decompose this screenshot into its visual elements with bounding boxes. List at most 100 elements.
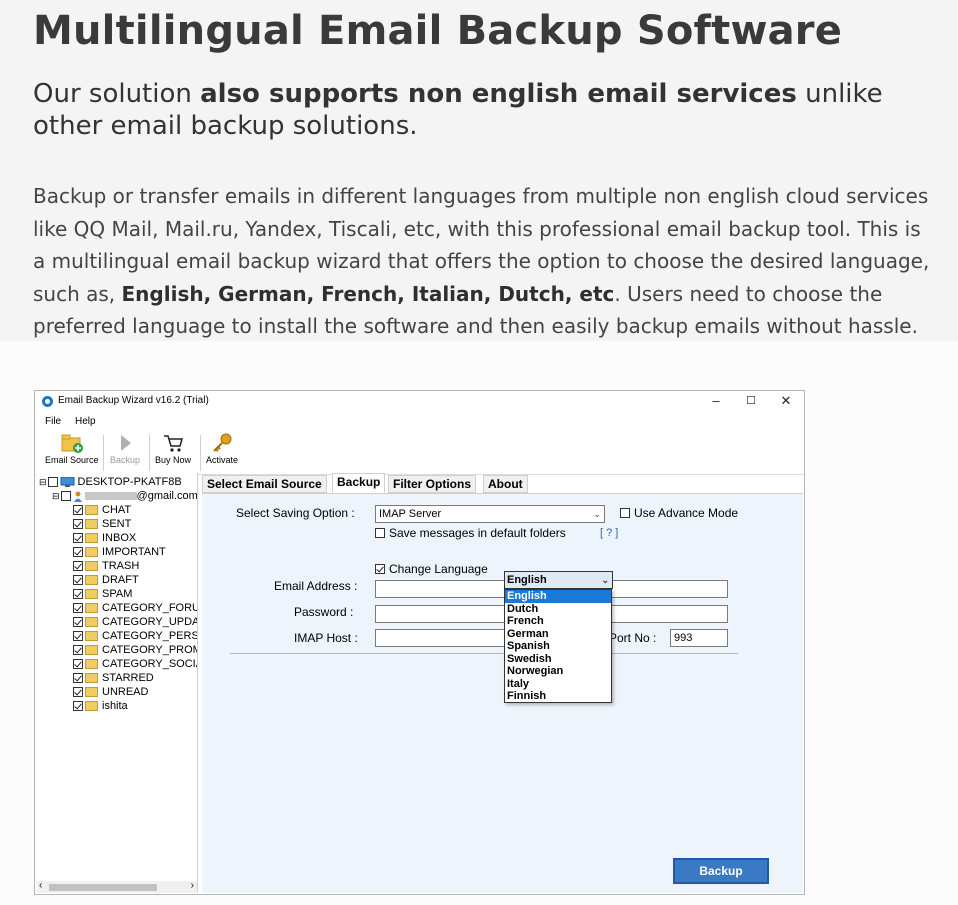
backup-button[interactable]: Backup bbox=[673, 858, 769, 884]
tree-scrollbar[interactable]: ‹ › bbox=[37, 880, 197, 893]
tree-checkbox[interactable] bbox=[73, 687, 83, 698]
folder-icon bbox=[85, 575, 98, 586]
language-select[interactable]: English ⌄ bbox=[504, 571, 613, 589]
description-paragraph: Backup or transfer emails in different l… bbox=[33, 180, 938, 343]
close-button[interactable]: ✕ bbox=[776, 392, 796, 410]
backup-tool-button[interactable]: Backup bbox=[110, 433, 140, 465]
tree-account[interactable]: ⊟ @gmail.com bbox=[52, 489, 197, 503]
tree-folder-item[interactable]: STARRED bbox=[73, 671, 154, 685]
tree-checkbox[interactable] bbox=[73, 631, 83, 642]
advance-mode-checkbox[interactable] bbox=[620, 508, 630, 518]
change-language-label: Change Language bbox=[389, 562, 488, 576]
tree-folder-item[interactable]: ishita bbox=[73, 699, 128, 713]
tree-folder-item[interactable]: UNREAD bbox=[73, 685, 148, 699]
tree-checkbox[interactable] bbox=[73, 701, 83, 712]
tree-folder-label: INBOX bbox=[102, 532, 137, 544]
default-folders-option[interactable]: Save messages in default folders bbox=[375, 526, 566, 540]
folder-icon bbox=[85, 589, 98, 600]
tree-checkbox[interactable] bbox=[73, 617, 83, 628]
tree-checkbox[interactable] bbox=[73, 547, 83, 558]
tree-folder-item[interactable]: TRASH bbox=[73, 559, 139, 573]
advance-mode-option[interactable]: Use Advance Mode bbox=[620, 506, 738, 520]
form-divider bbox=[230, 653, 738, 654]
menu-file[interactable]: File bbox=[45, 416, 61, 427]
help-link[interactable]: [ ? ] bbox=[600, 527, 618, 539]
tree-checkbox[interactable] bbox=[73, 659, 83, 670]
tree-checkbox[interactable] bbox=[73, 645, 83, 656]
tree-folder-item[interactable]: IMPORTANT bbox=[73, 545, 166, 559]
language-option[interactable]: Finnish bbox=[505, 690, 611, 703]
tree-checkbox[interactable] bbox=[73, 505, 83, 516]
tab-about[interactable]: About bbox=[483, 475, 528, 493]
scroll-right-icon[interactable]: › bbox=[191, 880, 194, 891]
tree-folder-item[interactable]: CATEGORY_PROMOTIONS bbox=[73, 643, 197, 657]
tab-select-email-source[interactable]: Select Email Source bbox=[202, 475, 327, 493]
change-language-option[interactable]: Change Language bbox=[375, 562, 488, 576]
saving-option-select[interactable]: IMAP Server ⌄ bbox=[375, 505, 605, 523]
chevron-down-icon: ⌄ bbox=[593, 509, 601, 519]
change-language-checkbox[interactable] bbox=[375, 564, 385, 574]
tree-checkbox[interactable] bbox=[73, 533, 83, 544]
tree-root[interactable]: ⊟ DESKTOP-PKATF8B bbox=[39, 475, 182, 489]
minimize-button[interactable]: – bbox=[706, 392, 726, 410]
subtitle-text: Our solution bbox=[33, 79, 201, 109]
tree-folder-item[interactable]: DRAFT bbox=[73, 573, 139, 587]
tree-checkbox[interactable] bbox=[73, 561, 83, 572]
maximize-button[interactable]: ☐ bbox=[741, 392, 761, 410]
imap-host-input[interactable] bbox=[375, 629, 510, 647]
language-option[interactable]: Dutch bbox=[505, 603, 611, 616]
email-address-label: Email Address : bbox=[274, 579, 358, 593]
tree-folder-label: DRAFT bbox=[102, 574, 139, 586]
language-dropdown-list: English Dutch French German Spanish Swedish No… bbox=[504, 589, 612, 703]
scroll-left-icon[interactable]: ‹ bbox=[39, 880, 42, 891]
play-icon bbox=[114, 433, 136, 453]
port-input[interactable]: 993 bbox=[670, 629, 728, 647]
language-option[interactable]: Norwegian bbox=[505, 665, 611, 678]
tab-backup[interactable]: Backup bbox=[332, 473, 386, 493]
language-option[interactable]: French bbox=[505, 615, 611, 628]
tree-checkbox[interactable] bbox=[73, 519, 83, 530]
menu-bar: File Help bbox=[35, 413, 804, 429]
default-folders-checkbox[interactable] bbox=[375, 528, 385, 538]
backup-tool-label: Backup bbox=[110, 455, 141, 465]
tree-folder-item[interactable]: CATEGORY_FORUMS bbox=[73, 601, 197, 615]
menu-help[interactable]: Help bbox=[75, 416, 96, 427]
buy-now-button[interactable]: Buy Now bbox=[155, 433, 191, 465]
tree-checkbox[interactable] bbox=[73, 603, 83, 614]
password-label: Password : bbox=[294, 605, 354, 619]
tree-folder-label: CATEGORY_FORUMS bbox=[102, 602, 197, 614]
blurred-email bbox=[84, 492, 137, 501]
window-title: Email Backup Wizard v16.2 (Trial) bbox=[58, 395, 209, 406]
tree-folder-item[interactable]: CHAT bbox=[73, 503, 131, 517]
page-title: Multilingual Email Backup Software bbox=[33, 8, 843, 54]
page-subtitle: Our solution also supports non english e… bbox=[33, 78, 943, 142]
tree-checkbox[interactable] bbox=[60, 491, 71, 502]
scroll-thumb[interactable] bbox=[49, 884, 157, 891]
tree-folder-item[interactable]: CATEGORY_PERSONAL bbox=[73, 629, 197, 643]
tab-filter-options[interactable]: Filter Options bbox=[388, 475, 476, 493]
folder-icon bbox=[85, 519, 98, 530]
tree-folder-item[interactable]: CATEGORY_SOCIAL bbox=[73, 657, 197, 671]
language-option[interactable]: Italy bbox=[505, 678, 611, 691]
tree-checkbox[interactable] bbox=[73, 589, 83, 600]
folder-icon bbox=[85, 547, 98, 558]
folder-icon bbox=[85, 561, 98, 572]
language-option[interactable]: German bbox=[505, 628, 611, 641]
language-option[interactable]: English bbox=[505, 590, 611, 603]
tree-folder-item[interactable]: INBOX bbox=[73, 531, 136, 545]
language-option[interactable]: Swedish bbox=[505, 653, 611, 666]
tree-checkbox[interactable] bbox=[73, 575, 83, 586]
tree-checkbox[interactable] bbox=[73, 673, 83, 684]
tree-folder-label: SENT bbox=[102, 518, 132, 530]
email-source-button[interactable]: Email Source bbox=[45, 433, 99, 465]
tree-folder-item[interactable]: SPAM bbox=[73, 587, 132, 601]
language-option[interactable]: Spanish bbox=[505, 640, 611, 653]
tree-checkbox[interactable] bbox=[47, 477, 58, 488]
tree-folder-label: CATEGORY_PERSONAL bbox=[102, 630, 197, 642]
tree-folder-item[interactable]: CATEGORY_UPDATES bbox=[73, 615, 197, 629]
tree-folder-item[interactable]: SENT bbox=[73, 517, 131, 531]
backup-panel: Select Saving Option : IMAP Server ⌄ Use … bbox=[202, 493, 803, 893]
user-icon bbox=[73, 491, 82, 502]
folder-icon bbox=[85, 645, 98, 656]
activate-button[interactable]: Activate bbox=[206, 433, 238, 465]
